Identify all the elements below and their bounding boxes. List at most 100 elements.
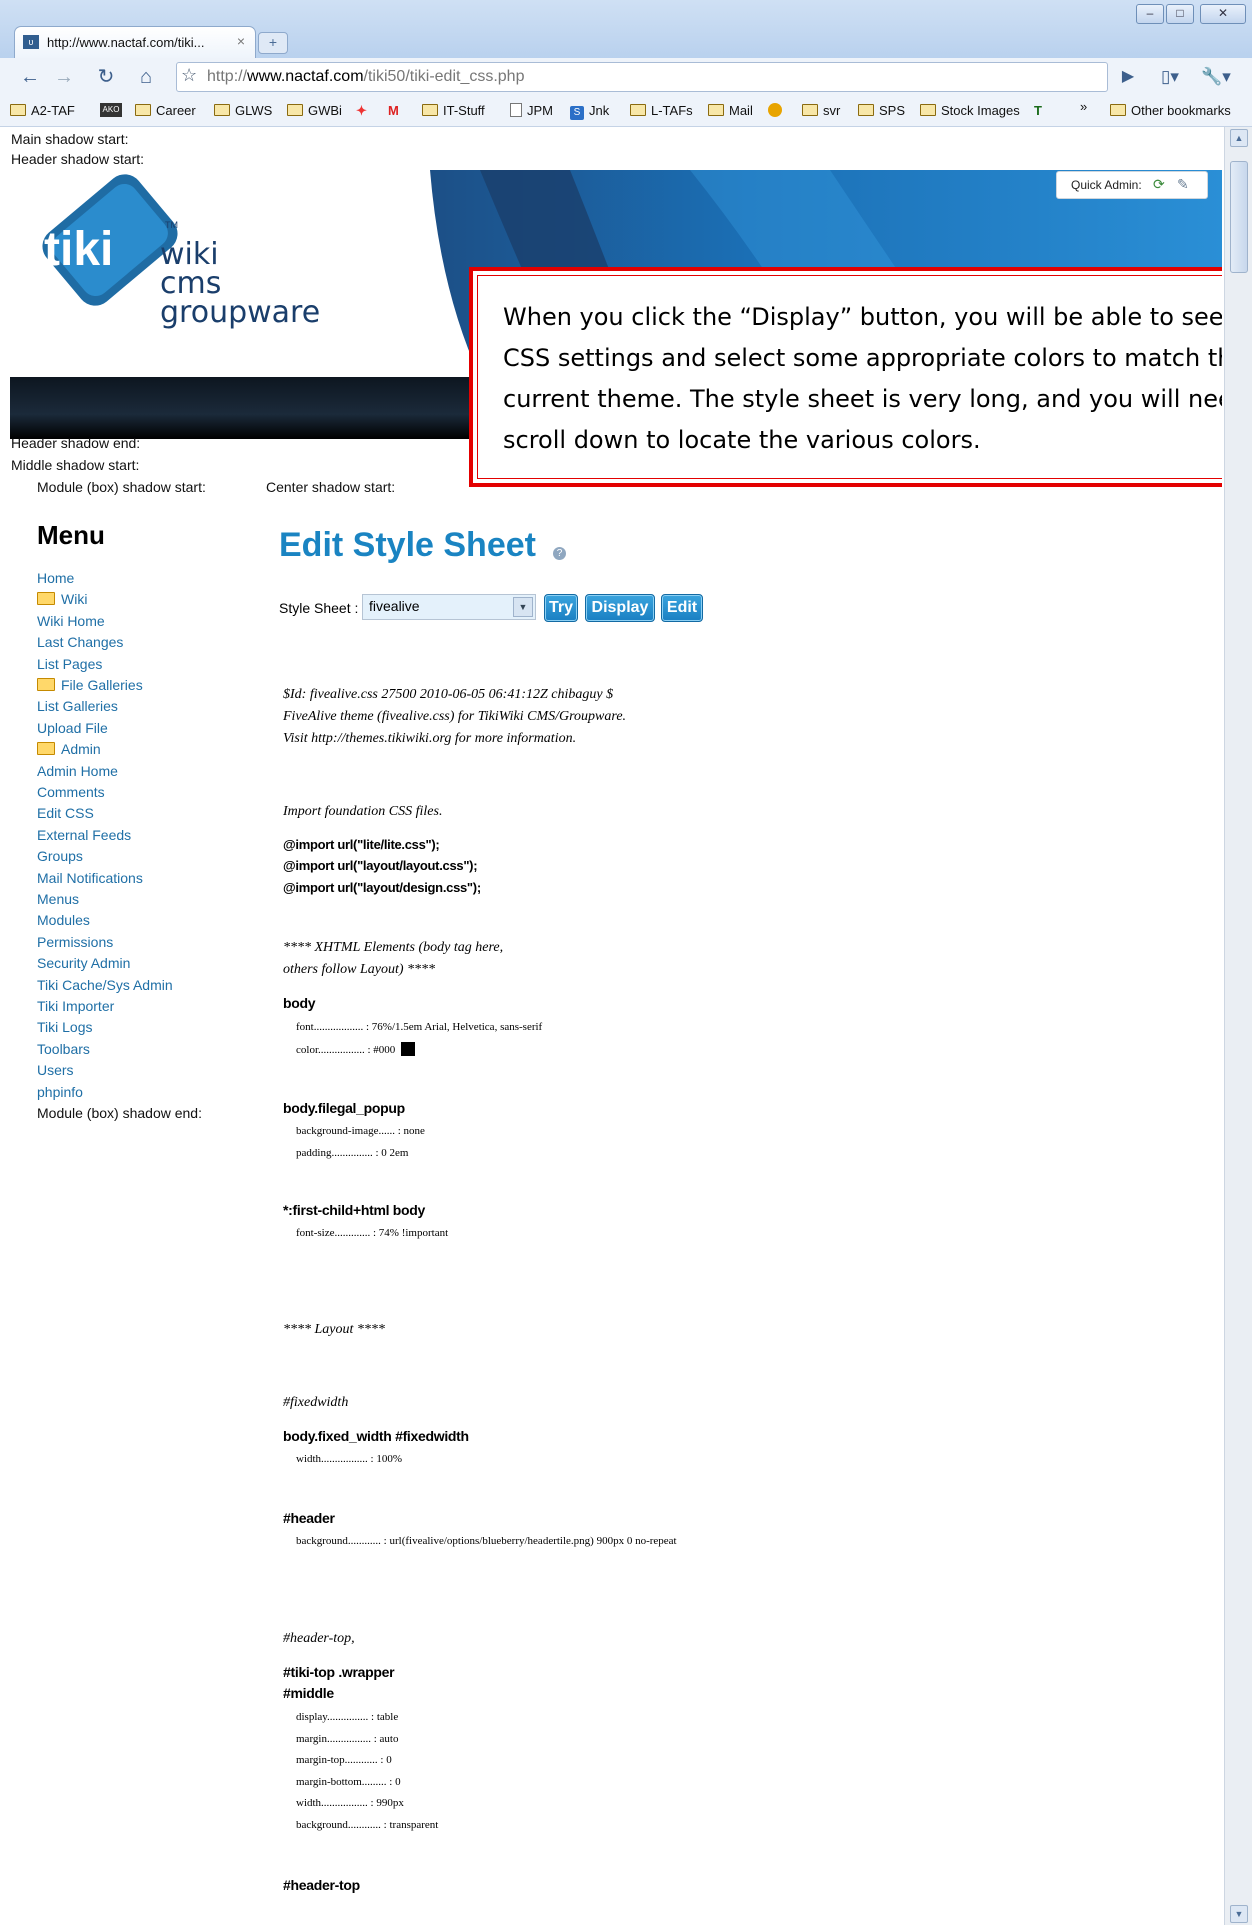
sidebar-item[interactable]: Mail Notifications [37,870,143,886]
css-property: width................. : 990px [296,1797,404,1809]
css-property: margin-bottom......... : 0 [296,1776,401,1788]
sidebar-item[interactable]: Wiki Home [37,613,105,629]
css-property: font.................. : 76%/1.5em Arial… [296,1021,543,1033]
sidebar-item[interactable]: List Galleries [37,698,118,714]
help-icon[interactable]: ? [553,547,566,560]
bookmark-stock-images[interactable]: Stock Images [920,103,1020,118]
sidebar-item[interactable]: File Galleries [37,677,143,693]
forward-icon[interactable]: → [52,64,76,90]
bookmark-l-tafs[interactable]: L-TAFs [630,103,693,118]
other-bookmarks[interactable]: Other bookmarks [1110,103,1231,118]
reload-icon[interactable]: ↻ [94,64,118,90]
sidebar-item[interactable]: Security Admin [37,955,130,971]
display-button[interactable]: Display [585,594,655,622]
close-window-button[interactable]: ✕ [1200,4,1246,24]
sidebar-item[interactable]: List Pages [37,656,102,672]
sidebar-item[interactable]: Comments [37,784,105,800]
address-bar[interactable]: ☆ http://www.nactaf.com/tiki50/tiki-edit… [176,62,1108,92]
edit-button[interactable]: Edit [661,594,703,622]
t-bookmark-icon[interactable]: T [1034,103,1042,118]
sidebar-item[interactable]: Admin Home [37,763,118,779]
bookmark-sps[interactable]: SPS [858,103,905,118]
bookmark-jnk[interactable]: S Jnk [570,103,609,120]
sidebar-item-label: Tiki Cache/Sys Admin [37,977,173,993]
module-shadow-start: Module (box) shadow start: [37,479,206,495]
gmail-bookmark-icon[interactable]: M [388,103,399,118]
sidebar-item[interactable]: Wiki [37,591,87,607]
sidebar-item[interactable]: Tiki Importer [37,998,114,1014]
sidebar-item-label: Menus [37,891,80,907]
sidebar-item[interactable]: Modules [37,912,90,928]
tab-title: http://www.nactaf.com/tiki... [47,35,205,50]
maximize-button[interactable]: □ [1166,4,1194,24]
page-menu-icon[interactable]: ▯▾ [1152,64,1188,90]
scrollbar-thumb[interactable] [1230,161,1248,273]
sidebar-item[interactable]: Users [37,1062,74,1078]
css-comment: FiveAlive theme (fivealive.css) for Tiki… [283,709,627,724]
stylesheet-label: Style Sheet : [279,600,359,616]
bookmark-career[interactable]: Career [135,103,196,118]
bookmark-star-icon[interactable]: ☆ [181,65,197,86]
css-selector: body.filegal_popup [283,1100,405,1116]
puzzle-bookmark-icon[interactable]: ✦ [356,103,367,119]
sidebar-item[interactable]: Menus [37,891,79,907]
bookmark-it-stuff[interactable]: IT-Stuff [422,103,485,118]
logo-line-wiki: wiki [160,237,219,272]
stylesheet-select[interactable]: fivealive ▼ [362,594,536,620]
sidebar-item[interactable]: Toolbars [37,1041,90,1057]
scroll-up-icon[interactable]: ▲ [1230,129,1248,147]
folder-icon [135,104,151,116]
back-icon[interactable]: ← [18,64,42,90]
sidebar-item[interactable]: Upload File [37,720,108,736]
css-property: margin................ : auto [296,1733,399,1745]
sidebar-item-label: Mail Notifications [37,870,143,886]
refresh-icon[interactable]: ⟳ [1153,176,1165,193]
logo-line-cms: cms [160,266,222,301]
sidebar-item[interactable]: Last Changes [37,634,123,650]
try-button[interactable]: Try [544,594,578,622]
menu-title: Menu [37,520,105,550]
go-icon[interactable]: ▶ [1116,64,1140,90]
sidebar-item[interactable]: External Feeds [37,827,131,843]
sidebar-item[interactable]: Permissions [37,934,113,950]
home-icon[interactable]: ⌂ [134,64,158,90]
sidebar-item-label: Tiki Importer [37,998,115,1014]
bookmark-svr[interactable]: svr [802,103,840,118]
css-property: padding............... : 0 2em [296,1147,409,1159]
ako-bookmark-icon[interactable]: AKO [100,103,122,117]
bookmark-glws[interactable]: GLWS [214,103,272,118]
wrench-menu-icon[interactable]: 🔧▾ [1198,64,1234,90]
minimize-button[interactable]: – [1136,4,1164,24]
css-comment: **** Layout **** [283,1322,385,1337]
css-property-text: color................. : #000 [296,1044,396,1056]
folder-icon [920,104,936,116]
sidebar-item-label: External Feeds [37,827,132,843]
browser-tab[interactable]: ᴜ http://www.nactaf.com/tiki... × [14,26,256,59]
browser-titlebar: ᴜ http://www.nactaf.com/tiki... × + – □ … [0,0,1252,59]
sidebar-item[interactable]: Admin [37,741,101,757]
bookmark-jpm[interactable]: JPM [510,103,553,118]
tab-close-icon[interactable]: × [237,33,245,49]
sun-bookmark-icon[interactable] [768,103,782,117]
color-swatch[interactable] [401,1042,416,1056]
sidebar-item[interactable]: Tiki Logs [37,1019,93,1035]
bookmark-a2-taf[interactable]: A2-TAF [10,103,75,118]
wrench-icon[interactable]: ✎ [1177,176,1189,193]
css-property: background............ : url(fivealive/o… [296,1535,677,1547]
more-bookmarks-icon[interactable]: » [1080,99,1087,114]
sidebar-item[interactable]: phpinfo [37,1084,83,1100]
css-selector: #header [283,1510,335,1526]
sidebar-item[interactable]: Tiki Cache/Sys Admin [37,977,173,993]
scroll-down-icon[interactable]: ▼ [1230,1905,1248,1923]
css-comment: #header-top, [283,1631,355,1646]
chevron-down-icon[interactable]: ▼ [513,597,533,617]
sidebar-item[interactable]: Groups [37,848,83,864]
bookmark-gwbi[interactable]: GWBi [287,103,342,118]
new-tab-button[interactable]: + [258,32,288,54]
center-shadow-start: Center shadow start: [266,479,396,495]
bookmark-mail[interactable]: Mail [708,103,753,118]
sidebar-item[interactable]: Home [37,570,74,586]
sidebar-item[interactable]: Edit CSS [37,805,94,821]
vertical-scrollbar[interactable]: ▲ ▼ [1224,127,1252,1925]
folder-icon [708,104,724,116]
